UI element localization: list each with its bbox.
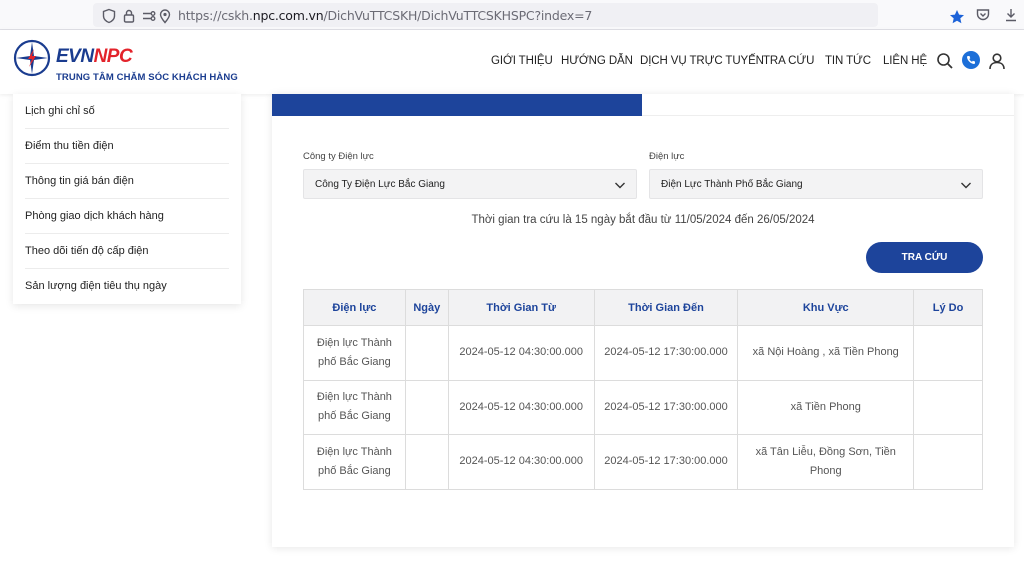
table-row: Điện lực Thành phố Bắc Giang 2024-05-12 0… xyxy=(303,379,983,435)
nav-lien-he[interactable]: LIÊN HỆ xyxy=(883,55,927,67)
branch-select[interactable]: Điện Lực Thành Phố Bắc Giang xyxy=(649,169,983,199)
sidebar-item-lich-ghi-chi-so[interactable]: Lịch ghi chỉ số xyxy=(25,105,229,117)
company-label: Công ty Điện lực xyxy=(303,151,374,162)
company-select[interactable]: Công Ty Điện Lực Bắc Giang xyxy=(303,169,637,199)
branch-select-value: Điện Lực Thành Phố Bắc Giang xyxy=(661,179,803,190)
nav-tra-cuu[interactable]: TRA CỨU xyxy=(763,55,814,67)
chevron-down-icon xyxy=(615,182,625,189)
divider xyxy=(25,198,229,199)
nav-gioi-thieu[interactable]: GIỚI THIỆU xyxy=(491,55,553,67)
cell-from: 2024-05-12 04:30:00.000 xyxy=(447,379,595,435)
cell-unit: Điện lực Thành phố Bắc Giang xyxy=(303,325,406,381)
divider xyxy=(25,268,229,269)
sidebar-item-tien-do-cap-dien[interactable]: Theo dõi tiến độ cấp điện xyxy=(25,245,229,257)
brand-tagline: TRUNG TÂM CHĂM SÓC KHÁCH HÀNG xyxy=(56,72,238,83)
url-text[interactable]: https://cskh.npc.com.vn/DichVuTTCSKH/Dic… xyxy=(178,8,592,23)
company-select-value: Công Ty Điện Lực Bắc Giang xyxy=(315,179,445,190)
download-icon[interactable] xyxy=(1003,7,1019,23)
brand-name[interactable]: EVNNPC xyxy=(56,46,133,68)
lookup-period-info: Thời gian tra cứu là 15 ngày bắt đầu từ … xyxy=(471,214,815,226)
pocket-icon[interactable] xyxy=(975,7,991,23)
cell-to: 2024-05-12 17:30:00.000 xyxy=(593,434,739,490)
col-header-thoi-gian-tu: Thời Gian Từ xyxy=(447,289,595,326)
outage-table: Điện lực Ngày Thời Gian Từ Thời Gian Đến… xyxy=(303,289,983,490)
divider xyxy=(25,163,229,164)
chevron-down-icon xyxy=(961,182,971,189)
table-row: Điện lực Thành phố Bắc Giang 2024-05-12 0… xyxy=(303,325,983,381)
url-bar[interactable]: https://cskh.npc.com.vn/DichVuTTCSKH/Dic… xyxy=(93,3,964,27)
col-header-thoi-gian-den: Thời Gian Đến xyxy=(593,289,739,326)
cell-reason xyxy=(913,325,983,381)
bookmark-star-icon[interactable] xyxy=(949,9,965,25)
col-header-khu-vuc: Khu Vực xyxy=(737,289,915,326)
cell-area: xã Tiền Phong xyxy=(737,379,915,435)
sidebar-item-diem-thu-tien-dien[interactable]: Điểm thu tiền điện xyxy=(25,140,229,152)
col-header-dien-luc: Điện lực xyxy=(303,289,406,326)
nav-huong-dan[interactable]: HƯỚNG DẪN xyxy=(561,55,633,67)
user-icon[interactable] xyxy=(988,52,1006,70)
search-icon[interactable] xyxy=(936,52,954,70)
cell-date xyxy=(404,434,449,490)
lock-icon[interactable] xyxy=(121,8,137,24)
nav-tin-tuc[interactable]: TIN TỨC xyxy=(825,55,871,67)
browser-toolbar: https://cskh.npc.com.vn/DichVuTTCSKH/Dic… xyxy=(0,0,1024,30)
cell-to: 2024-05-12 17:30:00.000 xyxy=(593,379,739,435)
phone-icon[interactable] xyxy=(962,51,980,69)
cell-from: 2024-05-12 04:30:00.000 xyxy=(447,325,595,381)
sidebar-item-san-luong-dien[interactable]: Sản lượng điện tiêu thụ ngày xyxy=(25,280,229,292)
sidebar-item-phong-giao-dich[interactable]: Phòng giao dịch khách hàng xyxy=(25,210,229,222)
col-header-ngay: Ngày xyxy=(404,289,449,326)
table-row: Điện lực Thành phố Bắc Giang 2024-05-12 0… xyxy=(303,434,983,490)
cell-reason xyxy=(913,434,983,490)
cell-reason xyxy=(913,379,983,435)
cell-area: xã Tân Liễu, Đồng Sơn, Tiền Phong xyxy=(737,434,915,490)
cell-unit: Điện lực Thành phố Bắc Giang xyxy=(303,434,406,490)
cell-unit: Điện lực Thành phố Bắc Giang xyxy=(303,379,406,435)
cell-from: 2024-05-12 04:30:00.000 xyxy=(447,434,595,490)
cell-date xyxy=(404,379,449,435)
divider xyxy=(25,233,229,234)
divider xyxy=(25,128,229,129)
main-panel: Công ty Điện lực Công Ty Điện Lực Bắc Gi… xyxy=(272,94,1014,547)
location-icon[interactable] xyxy=(157,8,173,24)
table-header-row: Điện lực Ngày Thời Gian Từ Thời Gian Đến… xyxy=(303,289,983,326)
cell-area: xã Nội Hoàng , xã Tiền Phong xyxy=(737,325,915,381)
evn-logo-icon[interactable] xyxy=(13,39,51,77)
tab-active[interactable] xyxy=(272,94,642,116)
permissions-icon[interactable] xyxy=(141,8,157,24)
sidebar-item-thong-tin-gia-ban-dien[interactable]: Thông tin giá bán điện xyxy=(25,175,229,187)
branch-label: Điện lực xyxy=(649,151,685,162)
shield-icon[interactable] xyxy=(101,8,117,24)
cell-date xyxy=(404,325,449,381)
search-button[interactable]: TRA CỨU xyxy=(866,242,983,273)
cell-to: 2024-05-12 17:30:00.000 xyxy=(593,325,739,381)
site-header: EVNNPC TRUNG TÂM CHĂM SÓC KHÁCH HÀNG GIỚ… xyxy=(0,30,1024,94)
col-header-ly-do: Lý Do xyxy=(913,289,983,326)
nav-dich-vu-truc-tuyen[interactable]: DỊCH VỤ TRỰC TUYẾN xyxy=(640,55,764,67)
sidebar-menu: Lịch ghi chỉ số Điểm thu tiền điện Thông… xyxy=(13,94,241,304)
tab-inactive[interactable] xyxy=(642,94,1014,116)
